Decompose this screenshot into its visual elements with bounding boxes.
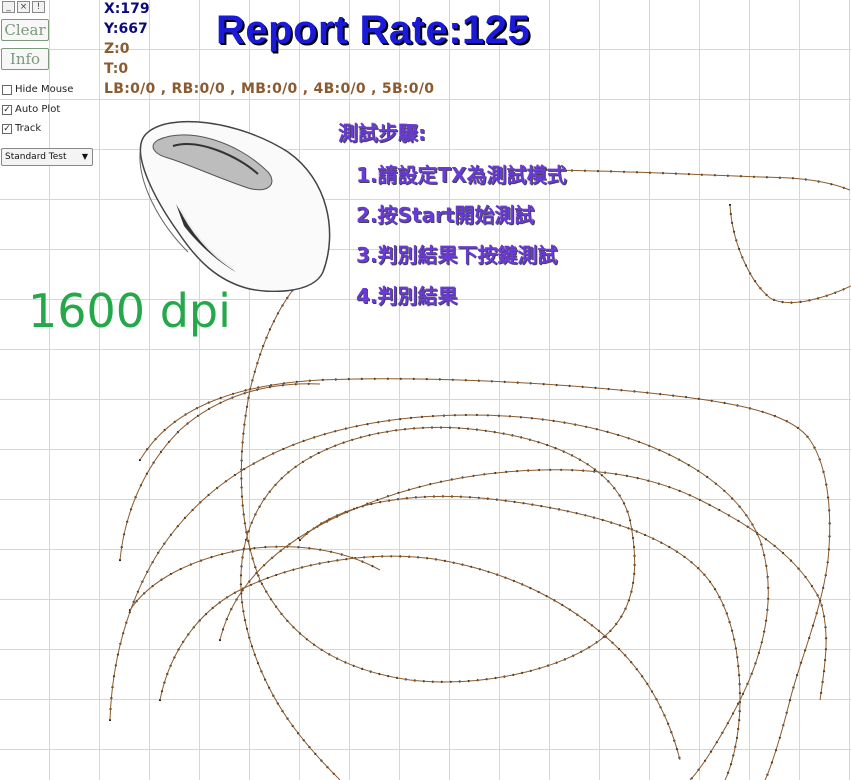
instruction-step: 2.按Start開始測試 <box>356 203 535 227</box>
info-button[interactable]: Info <box>1 48 49 70</box>
instruction-step: 4.判別結果 <box>356 284 458 308</box>
button-counters: LB:0/0 , RB:0/0 , MB:0/0 , 4B:0/0 , 5B:0… <box>104 81 435 97</box>
minimize-icon[interactable]: _ <box>2 1 15 13</box>
instruction-step: 1.請設定TX為測試模式 <box>356 163 567 187</box>
x-readout: X:179 <box>104 1 150 17</box>
track-segment <box>519 169 851 191</box>
instruction-step: 3.判別結果下按鍵測試 <box>356 243 558 267</box>
window-controls: _ × ! <box>2 1 45 13</box>
track-segment <box>729 204 851 304</box>
track-segment <box>139 378 831 780</box>
auto-plot-checkbox[interactable]: ✓ <box>2 105 12 115</box>
close-icon[interactable]: × <box>17 1 30 13</box>
track-checkbox[interactable]: ✓ <box>2 124 12 134</box>
report-rate-title: Report Rate:125 <box>216 8 531 52</box>
y-readout: Y:667 <box>104 21 148 37</box>
track-segment <box>240 269 636 780</box>
hide-mouse-checkbox[interactable] <box>2 85 12 95</box>
dpi-label: 1600 dpi <box>28 284 231 338</box>
track-segment <box>109 414 769 780</box>
track-segment <box>299 495 741 780</box>
mode-select-value: Standard Test <box>5 152 67 162</box>
track-segment <box>129 546 381 611</box>
mouse-icon <box>139 120 331 292</box>
auto-plot-option[interactable]: ✓ Auto Plot <box>2 104 60 116</box>
track-label: Track <box>15 123 42 134</box>
auto-plot-label: Auto Plot <box>15 104 61 115</box>
z-readout: Z:0 <box>104 41 130 57</box>
t-readout: T:0 <box>104 61 129 77</box>
chevron-down-icon: ▼ <box>81 152 88 161</box>
alert-icon[interactable]: ! <box>32 1 45 13</box>
clear-button[interactable]: Clear <box>1 19 49 41</box>
instructions-heading: 測試步驟: <box>338 121 426 145</box>
track-option[interactable]: ✓ Track <box>2 123 41 135</box>
track-segment <box>159 555 681 761</box>
mode-select[interactable]: Standard Test ▼ <box>1 148 93 166</box>
track-segment <box>119 383 321 561</box>
hide-mouse-label: Hide Mouse <box>15 84 74 95</box>
hide-mouse-option[interactable]: Hide Mouse <box>2 84 73 96</box>
